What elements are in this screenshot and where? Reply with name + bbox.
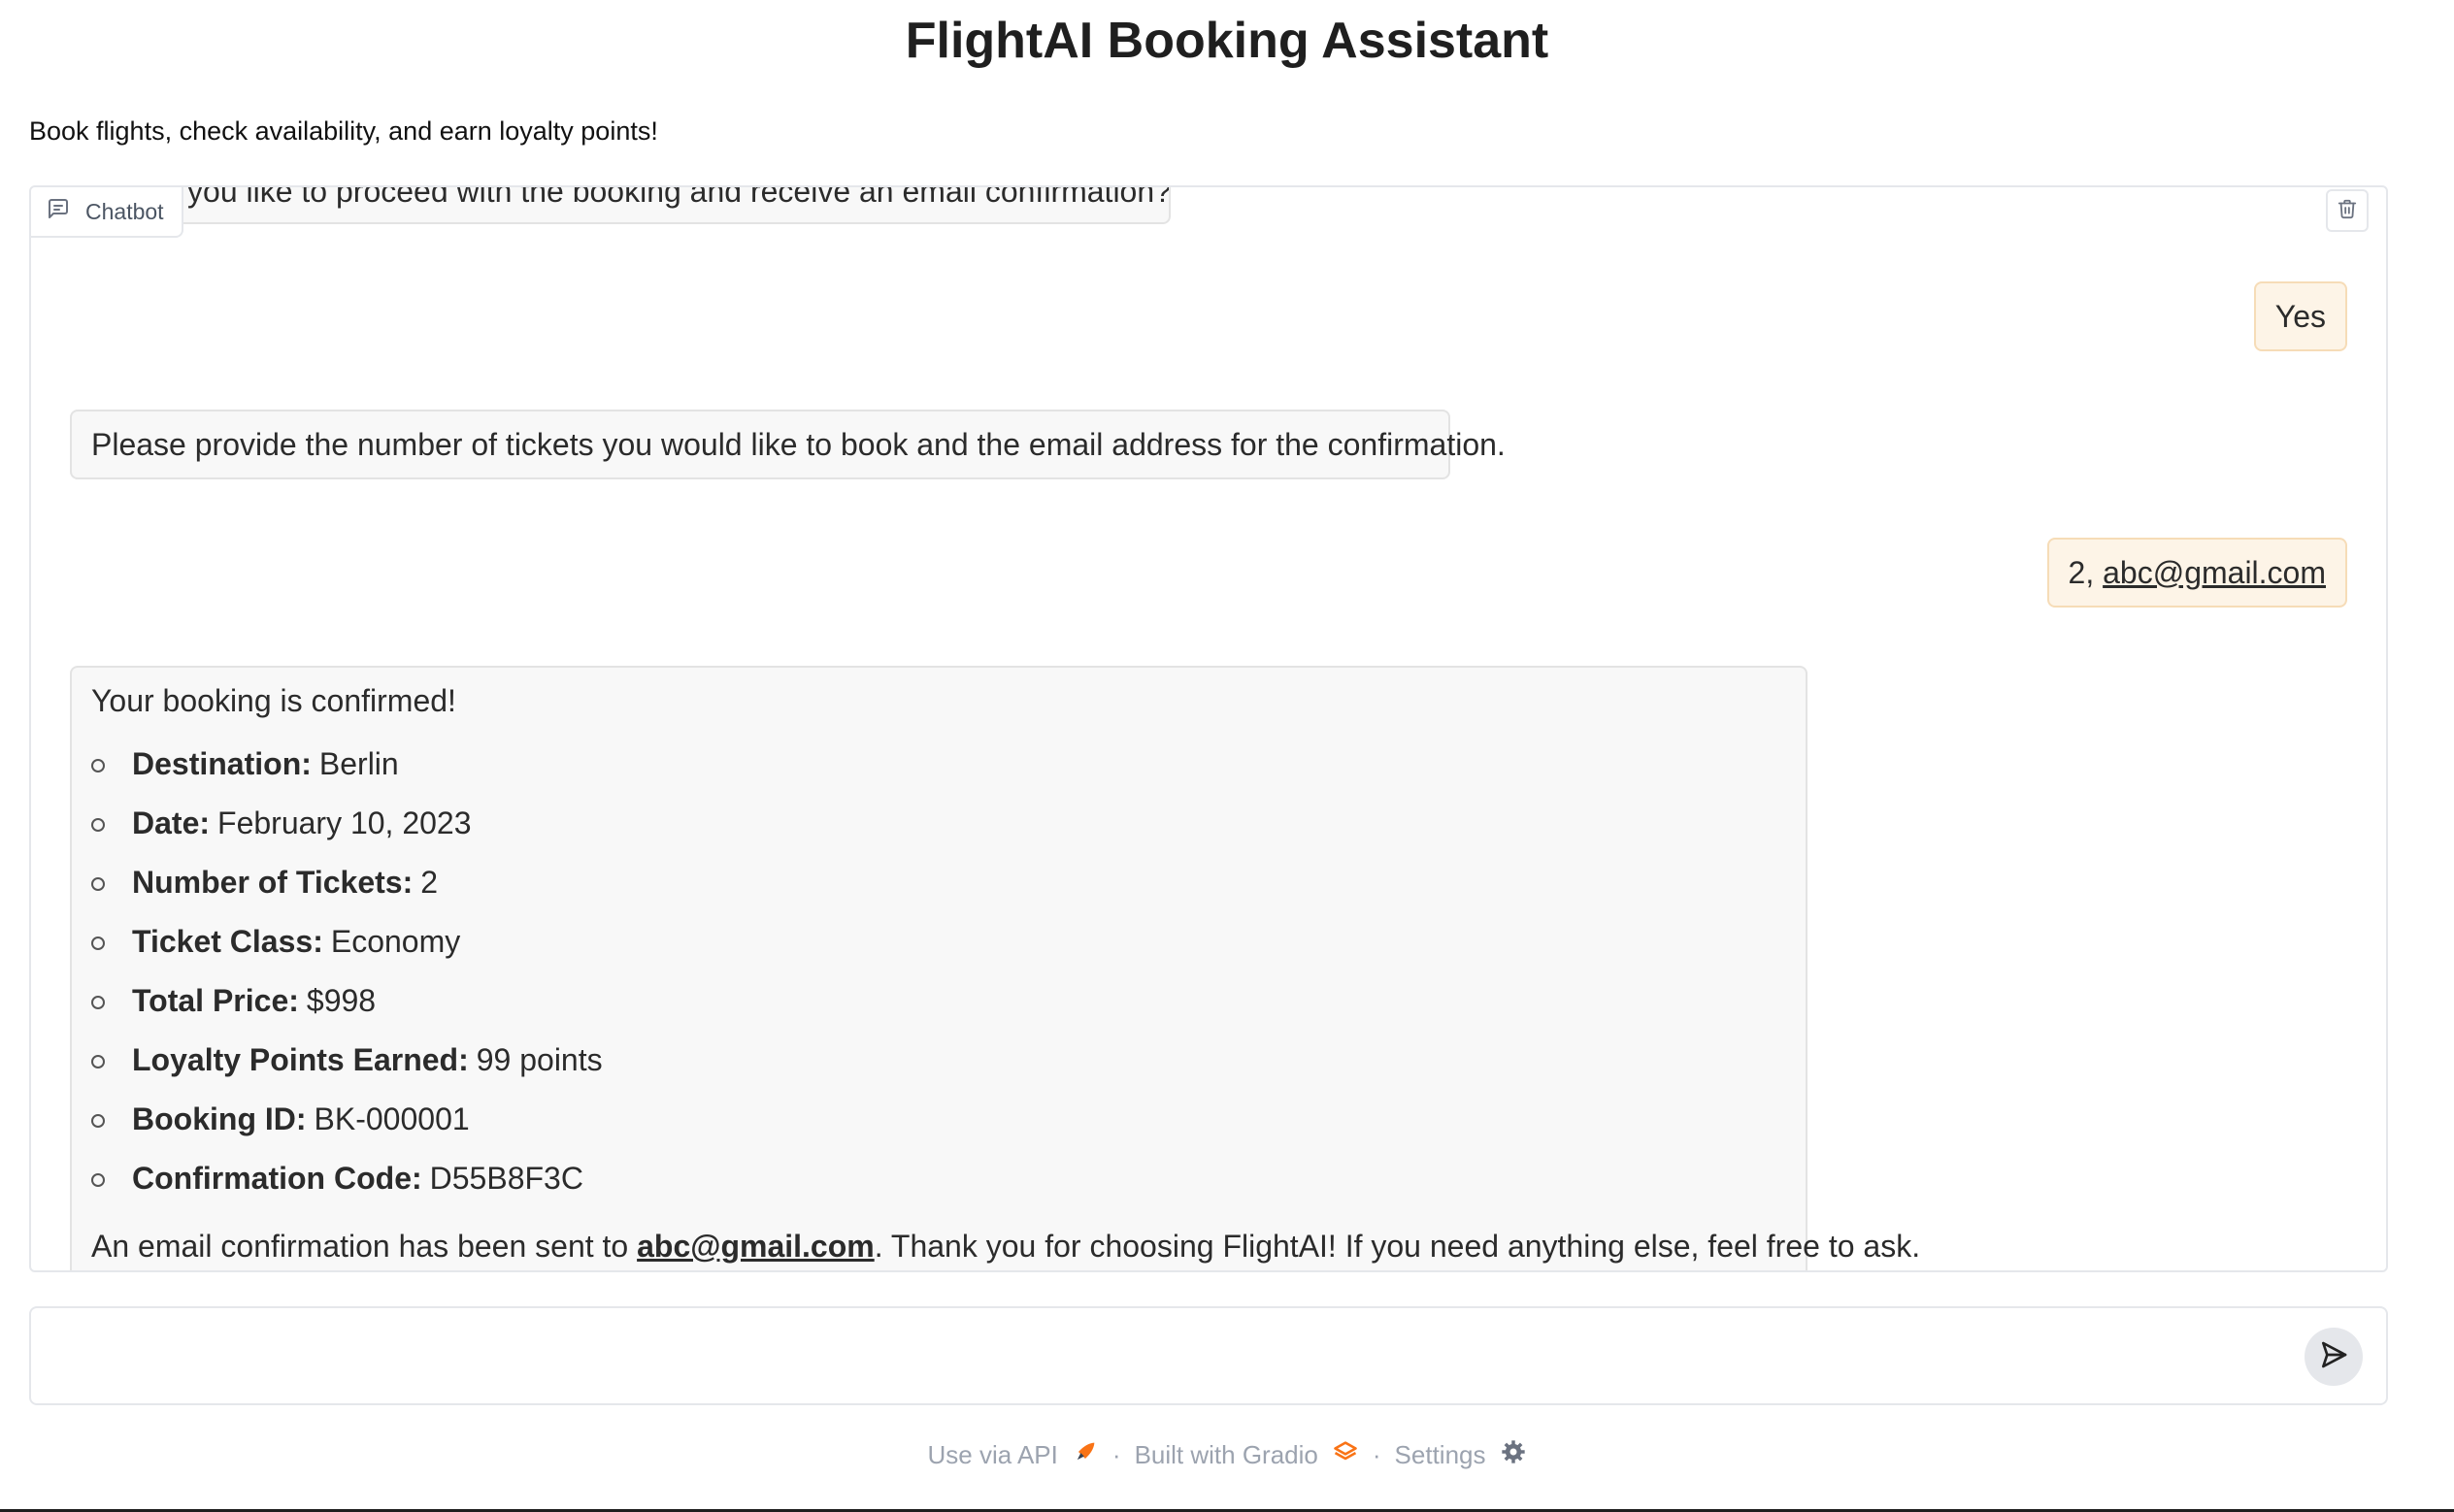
bot-message-text: Would you like to proceed with the booki… xyxy=(91,185,1171,209)
page-title: FlightAI Booking Assistant xyxy=(905,13,1549,69)
confirmation-footer-text: . Thank you for choosing FlightAI! If yo… xyxy=(874,1229,1921,1264)
app-root: FlightAI Booking Assistant Book flights,… xyxy=(0,0,2454,1512)
footer: Use via API · Built with Gradio · Settin… xyxy=(0,1438,2454,1472)
send-button[interactable] xyxy=(2305,1328,2363,1386)
chatbot-label-text: Chatbot xyxy=(85,198,164,224)
user-message: 2, abc@gmail.com xyxy=(2046,538,2347,608)
send-icon xyxy=(2318,1339,2349,1375)
confirmation-footer-text: An email confirmation has been sent to xyxy=(91,1229,638,1264)
chat-bubble-icon xyxy=(47,197,70,226)
confirmation-details-list: Destination: Berlin Date: February 10, 202… xyxy=(91,734,1786,1207)
list-item: Ticket Class: Economy xyxy=(91,911,1786,970)
user-message-text: Yes xyxy=(2274,299,2326,334)
detail-label: Loyalty Points Earned: xyxy=(132,1041,469,1077)
detail-value: Berlin xyxy=(318,745,399,781)
detail-label: Destination: xyxy=(132,745,312,781)
detail-value: Economy xyxy=(330,923,461,959)
user-message-text: 2, xyxy=(2068,555,2104,590)
detail-value: 99 points xyxy=(476,1041,603,1077)
detail-value: BK-000001 xyxy=(314,1101,470,1136)
detail-label: Total Price: xyxy=(132,982,299,1018)
list-item: Booking ID: BK-000001 xyxy=(91,1089,1786,1148)
user-message: Yes xyxy=(2253,281,2347,351)
detail-label: Confirmation Code: xyxy=(132,1160,422,1196)
built-with-gradio-link[interactable]: Built with Gradio xyxy=(1135,1440,1318,1470)
separator: · xyxy=(1111,1440,1121,1469)
list-item: Confirmation Code: D55B8F3C xyxy=(91,1148,1786,1207)
message-input-box[interactable] xyxy=(29,1306,2388,1405)
email-link[interactable]: abc@gmail.com xyxy=(2103,555,2326,590)
confirmation-heading: Your booking is confirmed! xyxy=(91,683,456,718)
chatbot-label: Chatbot xyxy=(31,187,183,238)
list-item: Destination: Berlin xyxy=(91,734,1786,793)
bot-message-text: Please provide the number of tickets you… xyxy=(91,427,1506,462)
chatbot-panel[interactable]: Chatbot Would you like to proceed with t… xyxy=(29,185,2388,1272)
rocket-icon xyxy=(1072,1438,1099,1472)
detail-value: February 10, 2023 xyxy=(217,805,472,840)
page-subtitle: Book flights, check availability, and ea… xyxy=(29,116,658,146)
detail-label: Booking ID: xyxy=(132,1101,307,1136)
list-item: Number of Tickets: 2 xyxy=(91,852,1786,911)
detail-value: D55B8F3C xyxy=(429,1160,583,1196)
booking-confirmation-message: Your booking is confirmed! Destination: B… xyxy=(70,666,1920,1270)
detail-value: 2 xyxy=(420,864,439,900)
detail-label: Ticket Class: xyxy=(132,923,323,959)
gear-icon xyxy=(1500,1438,1527,1472)
gradio-logo-icon xyxy=(1332,1438,1359,1472)
list-item: Loyalty Points Earned: 99 points xyxy=(91,1030,1786,1089)
separator: · xyxy=(1372,1440,1381,1469)
detail-label: Number of Tickets: xyxy=(132,864,414,900)
detail-label: Date: xyxy=(132,805,211,840)
settings-link[interactable]: Settings xyxy=(1395,1440,1486,1470)
clear-chat-button[interactable] xyxy=(2326,189,2369,232)
bot-message: Please provide the number of tickets you… xyxy=(70,410,1506,479)
detail-value: $998 xyxy=(306,982,377,1018)
use-via-api-link[interactable]: Use via API xyxy=(927,1440,1057,1470)
list-item: Total Price: $998 xyxy=(91,970,1786,1030)
confirmation-footer: An email confirmation has been sent to a… xyxy=(91,1227,1920,1265)
bot-message: Would you like to proceed with the booki… xyxy=(70,185,1171,224)
email-link[interactable]: abc@gmail.com xyxy=(637,1229,875,1264)
message-input[interactable] xyxy=(50,1322,2268,1394)
trash-icon xyxy=(2337,198,2358,224)
list-item: Date: February 10, 2023 xyxy=(91,793,1786,852)
